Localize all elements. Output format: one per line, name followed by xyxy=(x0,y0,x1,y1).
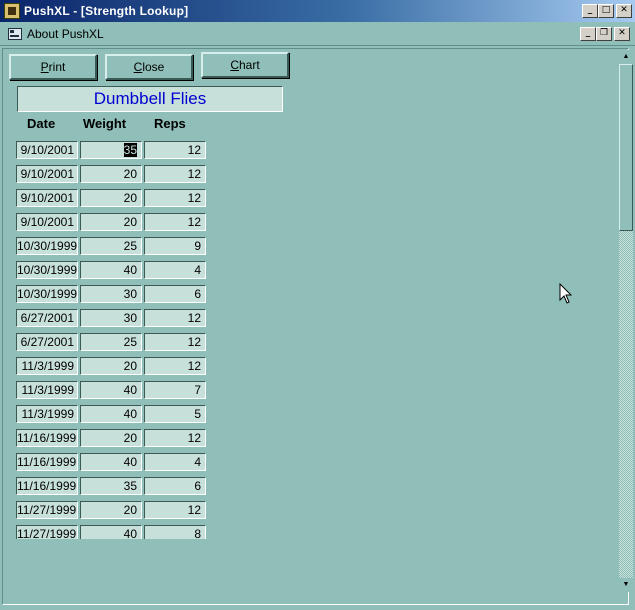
weight-field[interactable]: 40 xyxy=(80,381,142,399)
records-list: 9/10/2001 35 12 9/10/2001 20 12 9/10/2001 20 12 9… xyxy=(3,137,303,539)
date-field[interactable]: 9/10/2001 xyxy=(16,165,78,183)
reps-field[interactable]: 7 xyxy=(144,381,206,399)
table-row: 11/16/1999 20 12 xyxy=(3,425,303,449)
document-icon[interactable] xyxy=(8,27,22,40)
reps-field[interactable]: 12 xyxy=(144,357,206,375)
weight-field[interactable]: 25 xyxy=(80,237,142,255)
date-field[interactable]: 11/16/1999 xyxy=(16,477,78,495)
weight-field[interactable]: 35 xyxy=(80,477,142,495)
vertical-scrollbar[interactable]: ▲ ▼ xyxy=(619,50,633,592)
weight-field[interactable]: 30 xyxy=(80,309,142,327)
date-field[interactable]: 11/27/1999 xyxy=(16,501,78,519)
child-close-icon[interactable]: ✕ xyxy=(614,27,630,41)
print-button[interactable]: Print xyxy=(9,54,97,80)
table-row: 11/3/1999 40 7 xyxy=(3,377,303,401)
table-row: 10/30/1999 40 4 xyxy=(3,257,303,281)
table-row: 9/10/2001 20 12 xyxy=(3,161,303,185)
table-row: 11/16/1999 35 6 xyxy=(3,473,303,497)
app-icon[interactable] xyxy=(4,3,20,19)
weight-field[interactable]: 20 xyxy=(80,189,142,207)
reps-field[interactable]: 12 xyxy=(144,165,206,183)
reps-field[interactable]: 12 xyxy=(144,429,206,447)
reps-field[interactable]: 8 xyxy=(144,525,206,539)
weight-field[interactable]: 20 xyxy=(80,213,142,231)
scroll-up-icon[interactable]: ▲ xyxy=(619,50,633,64)
reps-field[interactable]: 12 xyxy=(144,189,206,207)
date-field[interactable]: 6/27/2001 xyxy=(16,309,78,327)
table-row: 9/10/2001 20 12 xyxy=(3,209,303,233)
reps-field[interactable]: 9 xyxy=(144,237,206,255)
date-field[interactable]: 11/3/1999 xyxy=(16,405,78,423)
date-field[interactable]: 9/10/2001 xyxy=(16,189,78,207)
weight-field[interactable]: 20 xyxy=(80,501,142,519)
restore-icon[interactable]: ❐ xyxy=(596,27,612,41)
table-row: 11/3/1999 20 12 xyxy=(3,353,303,377)
date-field[interactable]: 9/10/2001 xyxy=(16,141,78,159)
date-field[interactable]: 6/27/2001 xyxy=(16,333,78,351)
weight-field[interactable]: 40 xyxy=(80,453,142,471)
date-field[interactable]: 11/3/1999 xyxy=(16,381,78,399)
date-field[interactable]: 9/10/2001 xyxy=(16,213,78,231)
date-field[interactable]: 10/30/1999 xyxy=(16,285,78,303)
table-row: 6/27/2001 30 12 xyxy=(3,305,303,329)
weight-column-header: Weight xyxy=(83,116,127,131)
reps-field[interactable]: 12 xyxy=(144,501,206,519)
weight-field[interactable]: 25 xyxy=(80,333,142,351)
strength-lookup-form: Print Close Chart Dumbbell Flies Date We… xyxy=(2,48,629,605)
child-minimize-icon[interactable]: _ xyxy=(580,27,596,41)
weight-field[interactable]: 20 xyxy=(80,357,142,375)
menu-about[interactable]: About PushXL xyxy=(27,27,104,41)
table-row: 9/10/2001 35 12 xyxy=(3,137,303,161)
date-field[interactable]: 10/30/1999 xyxy=(16,237,78,255)
date-field[interactable]: 10/30/1999 xyxy=(16,261,78,279)
chart-button[interactable]: Chart xyxy=(201,52,289,78)
weight-field[interactable]: 20 xyxy=(80,429,142,447)
reps-field[interactable]: 5 xyxy=(144,405,206,423)
minimize-icon[interactable]: _ xyxy=(582,4,598,18)
reps-field[interactable]: 6 xyxy=(144,477,206,495)
close-icon[interactable]: ✕ xyxy=(616,4,632,18)
weight-field[interactable]: 20 xyxy=(80,165,142,183)
date-field[interactable]: 11/16/1999 xyxy=(16,453,78,471)
reps-column-header: Reps xyxy=(154,116,186,131)
mouse-cursor-icon xyxy=(559,283,573,304)
weight-field[interactable]: 40 xyxy=(80,405,142,423)
exercise-name: Dumbbell Flies xyxy=(17,86,283,112)
table-row: 11/27/1999 40 8 xyxy=(3,521,303,539)
date-column-header: Date xyxy=(27,116,56,131)
scrollbar-thumb[interactable] xyxy=(619,64,633,231)
reps-field[interactable]: 12 xyxy=(144,309,206,327)
menu-bar: About PushXL _ ❐ ✕ xyxy=(0,22,635,46)
reps-field[interactable]: 12 xyxy=(144,141,206,159)
date-field[interactable]: 11/27/1999 xyxy=(16,525,78,539)
table-row: 6/27/2001 25 12 xyxy=(3,329,303,353)
weight-field[interactable]: 40 xyxy=(80,525,142,539)
maximize-icon[interactable]: □ xyxy=(598,4,614,18)
table-row: 10/30/1999 25 9 xyxy=(3,233,303,257)
table-row: 11/3/1999 40 5 xyxy=(3,401,303,425)
weight-field[interactable]: 35 xyxy=(80,141,142,159)
table-row: 10/30/1999 30 6 xyxy=(3,281,303,305)
reps-field[interactable]: 4 xyxy=(144,453,206,471)
date-field[interactable]: 11/3/1999 xyxy=(16,357,78,375)
weight-field[interactable]: 30 xyxy=(80,285,142,303)
window-title: PushXL - [Strength Lookup] xyxy=(24,4,189,18)
scroll-down-icon[interactable]: ▼ xyxy=(619,578,633,592)
reps-field[interactable]: 6 xyxy=(144,285,206,303)
date-field[interactable]: 11/16/1999 xyxy=(16,429,78,447)
reps-field[interactable]: 12 xyxy=(144,213,206,231)
table-row: 11/16/1999 40 4 xyxy=(3,449,303,473)
reps-field[interactable]: 4 xyxy=(144,261,206,279)
selected-text: 35 xyxy=(123,143,137,157)
table-row: 11/27/1999 20 12 xyxy=(3,497,303,521)
reps-field[interactable]: 12 xyxy=(144,333,206,351)
close-button[interactable]: Close xyxy=(105,54,193,80)
title-bar[interactable]: PushXL - [Strength Lookup] _ □ ✕ xyxy=(0,0,635,22)
weight-field[interactable]: 40 xyxy=(80,261,142,279)
table-row: 9/10/2001 20 12 xyxy=(3,185,303,209)
